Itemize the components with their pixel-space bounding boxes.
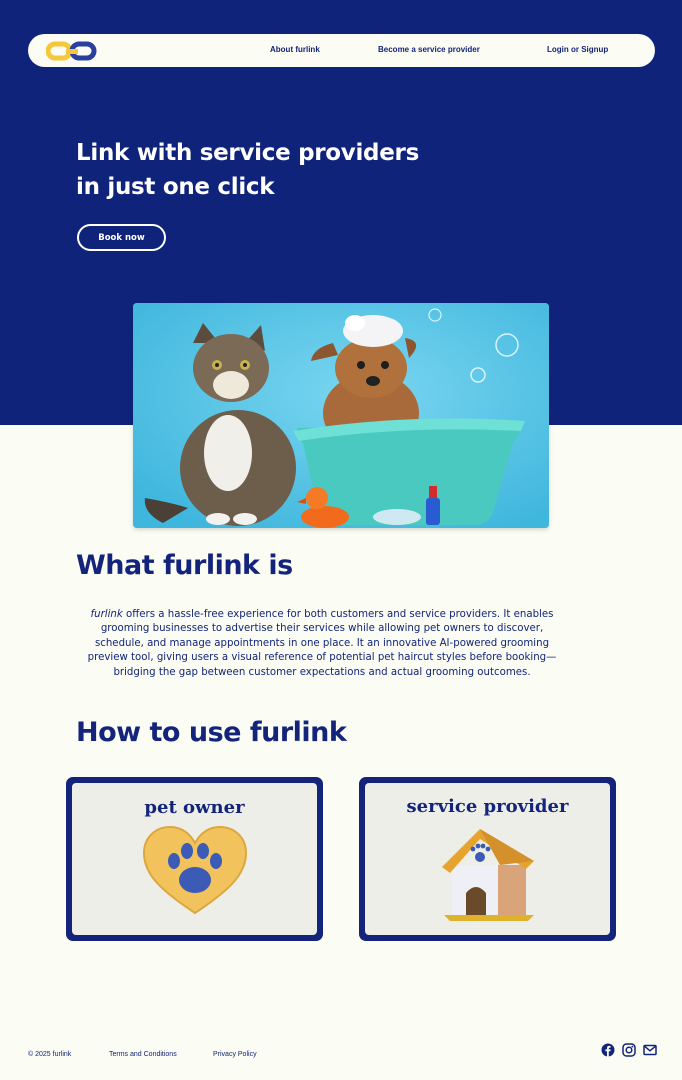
- nav-login-signup-link[interactable]: Login or Signup: [547, 45, 608, 54]
- about-body-text: offers a hassle-free experience for both…: [87, 609, 557, 678]
- facebook-icon[interactable]: [601, 1043, 615, 1057]
- about-description: furlink offers a hassle-free experience …: [78, 608, 566, 680]
- furlink-logo[interactable]: [46, 40, 98, 62]
- service-provider-card[interactable]: service provider: [359, 777, 616, 941]
- footer-terms-link[interactable]: Terms and Conditions: [109, 1051, 177, 1058]
- service-provider-card-label: service provider: [406, 796, 569, 817]
- hero-title-line2: in just one click: [76, 174, 275, 200]
- cat-dog-bath-illustration: [133, 303, 549, 528]
- pet-owner-card-inner: pet owner: [72, 783, 317, 935]
- hero-title: Link with service providers in just one …: [76, 136, 436, 204]
- top-navbar: About furlink Become a service provider …: [28, 34, 655, 67]
- footer-copyright: © 2025 furlink: [28, 1051, 72, 1058]
- footer-privacy-link[interactable]: Privacy Policy: [213, 1051, 257, 1058]
- about-section-title: What furlink is: [76, 550, 293, 581]
- service-provider-card-inner: service provider: [365, 783, 610, 935]
- mail-icon[interactable]: [643, 1043, 657, 1057]
- nav-about-link[interactable]: About furlink: [270, 45, 320, 54]
- dog-house-icon: [441, 829, 534, 921]
- how-to-section-title: How to use furlink: [76, 717, 347, 748]
- hero-pet-photo: [133, 303, 549, 528]
- brand-word: furlink: [90, 609, 123, 620]
- hero-title-line1: Link with service providers: [76, 140, 419, 166]
- instagram-icon[interactable]: [622, 1043, 636, 1057]
- nav-become-provider-link[interactable]: Become a service provider: [378, 45, 480, 54]
- pet-owner-card[interactable]: pet owner: [66, 777, 323, 941]
- pet-owner-card-label: pet owner: [144, 797, 245, 818]
- book-now-button[interactable]: Book now: [77, 224, 166, 251]
- paw-heart-icon: [142, 825, 247, 915]
